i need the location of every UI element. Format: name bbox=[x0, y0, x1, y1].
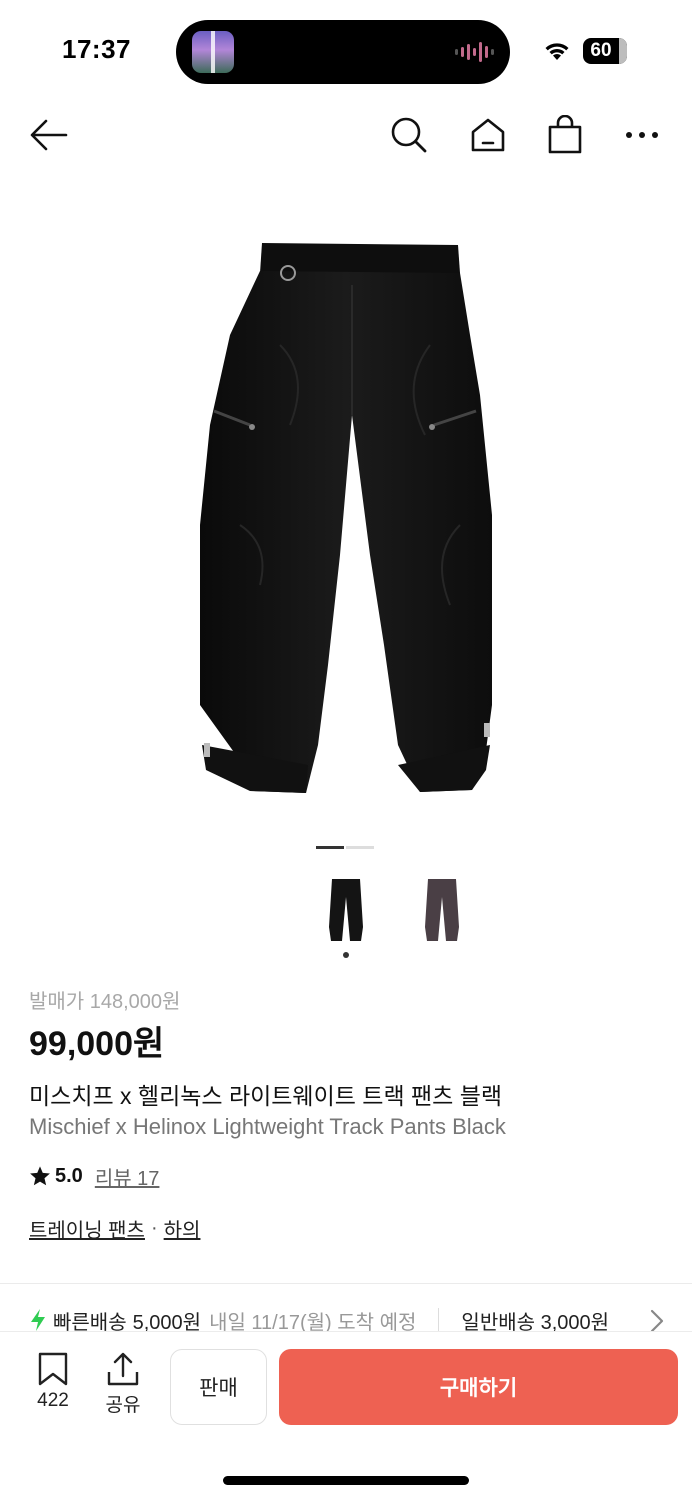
battery-level: 60 bbox=[590, 40, 612, 61]
share-label: 공유 bbox=[105, 1395, 141, 1416]
thumbnail-charcoal[interactable] bbox=[416, 872, 468, 948]
category-separator: · bbox=[150, 1217, 158, 1239]
rating-score: 5.0 bbox=[55, 1164, 83, 1187]
more-button[interactable] bbox=[617, 110, 667, 160]
search-icon bbox=[391, 117, 427, 153]
thumbnail-black[interactable] bbox=[320, 872, 372, 948]
category-link-bottoms[interactable]: 하의 bbox=[164, 1214, 201, 1243]
now-playing-artwork bbox=[192, 31, 234, 73]
chevron-right-icon[interactable] bbox=[648, 1309, 666, 1333]
status-time: 17:37 bbox=[62, 34, 131, 64]
review-link[interactable]: 리뷰 17 bbox=[95, 1162, 160, 1191]
back-button[interactable] bbox=[24, 110, 74, 160]
wifi-icon bbox=[545, 43, 569, 60]
fast-shipping-label: 빠른배송 bbox=[53, 1311, 127, 1334]
home-indicator[interactable] bbox=[223, 1476, 469, 1485]
bookmark-count: 422 bbox=[37, 1390, 69, 1411]
shipping-separator bbox=[438, 1308, 440, 1332]
product-name-english: Mischief x Helinox Lightweight Track Pan… bbox=[29, 1114, 506, 1139]
normal-shipping-label: 일반배송 3,000원 bbox=[461, 1311, 610, 1334]
release-price: 발매가 148,000원 bbox=[29, 991, 181, 1013]
fast-shipping-eta: 내일 11/17(월) 도착 예정 bbox=[209, 1311, 417, 1334]
home-button[interactable] bbox=[463, 110, 513, 160]
product-price: 99,000원 bbox=[29, 1025, 165, 1063]
buy-button[interactable]: 구매하기 bbox=[279, 1349, 678, 1425]
cart-button[interactable] bbox=[540, 110, 590, 160]
fast-shipping-price: 5,000원 bbox=[132, 1311, 202, 1334]
status-bar: 17:37 60 bbox=[0, 0, 692, 100]
category-breadcrumb: 트레이닝 팬츠 · 하의 bbox=[29, 1214, 200, 1243]
bookmark-icon bbox=[38, 1352, 68, 1386]
image-pager bbox=[316, 846, 374, 849]
home-icon bbox=[471, 118, 505, 152]
lightning-icon bbox=[31, 1309, 45, 1331]
share-icon bbox=[107, 1352, 139, 1386]
product-image[interactable] bbox=[170, 225, 522, 815]
pager-dot bbox=[346, 846, 374, 849]
thumbnail-charcoal-image bbox=[425, 879, 459, 941]
top-nav-bar bbox=[0, 100, 692, 170]
bookmark-button[interactable]: 422 bbox=[23, 1352, 83, 1422]
shopping-bag-icon bbox=[548, 115, 582, 154]
thumbnail-selected-dot bbox=[343, 952, 349, 958]
category-link-training-pants[interactable]: 트레이닝 팬츠 bbox=[29, 1214, 145, 1243]
thumbnail-black-image bbox=[329, 879, 363, 941]
now-playing-waveform-icon bbox=[455, 42, 494, 62]
battery-icon: 60 bbox=[583, 38, 627, 64]
product-name-korean: 미스치프 x 헬리녹스 라이트웨이트 트랙 팬츠 블랙 bbox=[29, 1083, 503, 1109]
back-arrow-icon bbox=[30, 119, 68, 151]
sell-button[interactable]: 판매 bbox=[170, 1349, 267, 1425]
dynamic-island[interactable] bbox=[176, 20, 510, 84]
bottom-action-bar: 422 공유 판매 구매하기 bbox=[0, 1332, 692, 1500]
pager-dot-active bbox=[316, 846, 344, 849]
rating-row: 5.0 리뷰 17 bbox=[29, 1161, 159, 1191]
search-button[interactable] bbox=[384, 110, 434, 160]
star-icon bbox=[30, 1166, 50, 1186]
color-thumbnails bbox=[320, 872, 468, 948]
more-icon bbox=[626, 132, 658, 138]
share-button[interactable]: 공유 bbox=[93, 1352, 153, 1422]
section-divider bbox=[0, 1283, 692, 1284]
